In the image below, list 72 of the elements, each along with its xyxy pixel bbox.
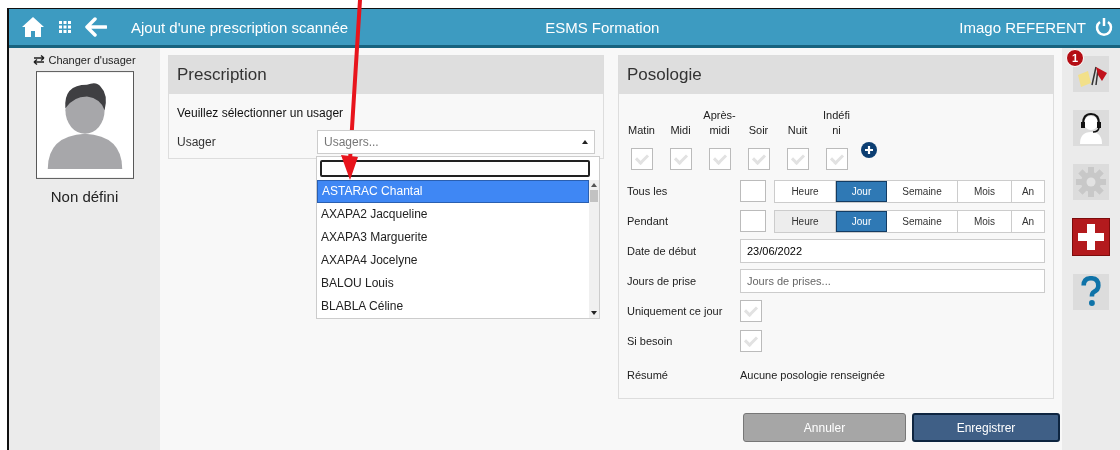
instruction-text: Veuillez sélectionner un usager — [177, 106, 345, 120]
power-icon[interactable] — [1094, 17, 1114, 37]
question-mark-icon — [1080, 276, 1102, 308]
alert-count-badge: 1 — [1066, 49, 1084, 67]
cross-icon — [1076, 222, 1106, 252]
user-option[interactable]: AXAPA2 Jacqueline — [317, 203, 589, 226]
checkbox[interactable] — [786, 148, 809, 170]
support-button[interactable] — [1073, 110, 1109, 146]
moment-label: Midi — [670, 123, 691, 138]
swap-arrows-icon[interactable] — [33, 55, 46, 65]
unit-toggle[interactable]: Heure — [775, 210, 836, 232]
days-field[interactable]: Jours de prises... — [740, 269, 1045, 293]
settings-button[interactable] — [1073, 164, 1109, 200]
date-field[interactable]: 23/06/2022 — [740, 239, 1045, 263]
field-label: Si besoin — [627, 335, 674, 347]
unit-toggle[interactable]: An — [1012, 210, 1044, 232]
checkbox[interactable] — [630, 148, 653, 170]
user-select[interactable]: Usagers... — [317, 130, 595, 154]
site-name: ESMS Formation — [545, 18, 661, 36]
checkbox[interactable] — [747, 148, 770, 170]
unit-toggle[interactable]: Jour — [836, 180, 887, 202]
field-label: Jours de prise — [627, 275, 698, 287]
user-option[interactable]: BLABLA Céline — [317, 295, 589, 318]
field-label: Résumé — [627, 369, 669, 381]
panel-title: Posologie — [619, 56, 1053, 94]
user-option[interactable]: BALOU Louis — [317, 272, 589, 295]
unit-toggle[interactable]: An — [1012, 180, 1044, 202]
medical-cross-button[interactable] — [1072, 218, 1110, 256]
user-option[interactable]: AXAPA4 Jocelyne — [317, 249, 589, 272]
moment-label: Nuit — [787, 123, 808, 138]
caret-icon — [582, 140, 588, 144]
save-button[interactable]: Enregistrer — [912, 413, 1060, 442]
scrollbar[interactable] — [589, 180, 599, 318]
patient-name: Non défini — [50, 188, 119, 205]
home-icon[interactable] — [21, 16, 45, 38]
panel-title: Prescription — [169, 56, 603, 94]
field-label: Pendant — [627, 215, 669, 227]
add-icon[interactable] — [861, 142, 877, 158]
number-field[interactable] — [740, 210, 766, 232]
user-option[interactable]: AXAPA3 Marguerite — [317, 226, 589, 249]
user-name: Imago REFERENT — [959, 18, 1086, 36]
help-button[interactable] — [1073, 274, 1109, 310]
moment-label: Indéfi ni — [823, 108, 850, 138]
unit-toggle[interactable]: Mois — [958, 210, 1012, 232]
change-user-link[interactable]: Changer d'usager — [48, 54, 136, 66]
page-title: Ajout d'une prescription scannée — [131, 18, 350, 36]
moment-label: Après- midi — [703, 108, 736, 138]
avatar-icon — [35, 70, 134, 180]
settings-icon — [1075, 166, 1107, 198]
field-label: Tous les — [627, 185, 669, 197]
field-label: Date de début — [627, 245, 698, 257]
moment-label: Matin — [628, 123, 655, 138]
checkbox[interactable] — [740, 300, 762, 322]
apps-grid-icon[interactable] — [59, 21, 71, 33]
checkbox[interactable] — [669, 148, 692, 170]
unit-toggle[interactable]: Mois — [958, 180, 1012, 202]
number-field[interactable] — [740, 180, 766, 202]
search-field[interactable] — [320, 160, 590, 177]
unit-toggle[interactable]: Jour — [836, 210, 887, 232]
checkbox[interactable] — [825, 148, 848, 170]
unit-toggle[interactable]: Semaine — [887, 210, 958, 232]
flags-button[interactable] — [1073, 56, 1109, 92]
unit-toggle[interactable]: Semaine — [887, 180, 958, 202]
checkbox[interactable] — [740, 330, 762, 352]
field-label: Uniquement ce jour — [627, 305, 724, 317]
back-arrow-icon[interactable] — [85, 17, 107, 37]
unit-toggle[interactable]: Heure — [775, 180, 836, 202]
moment-label: Soir — [748, 123, 769, 138]
field-label: Usager — [177, 135, 217, 149]
checkbox[interactable] — [708, 148, 731, 170]
summary-text: Aucune posologie renseignée — [740, 369, 885, 381]
user-option[interactable]: ASTARAC Chantal — [317, 180, 589, 203]
